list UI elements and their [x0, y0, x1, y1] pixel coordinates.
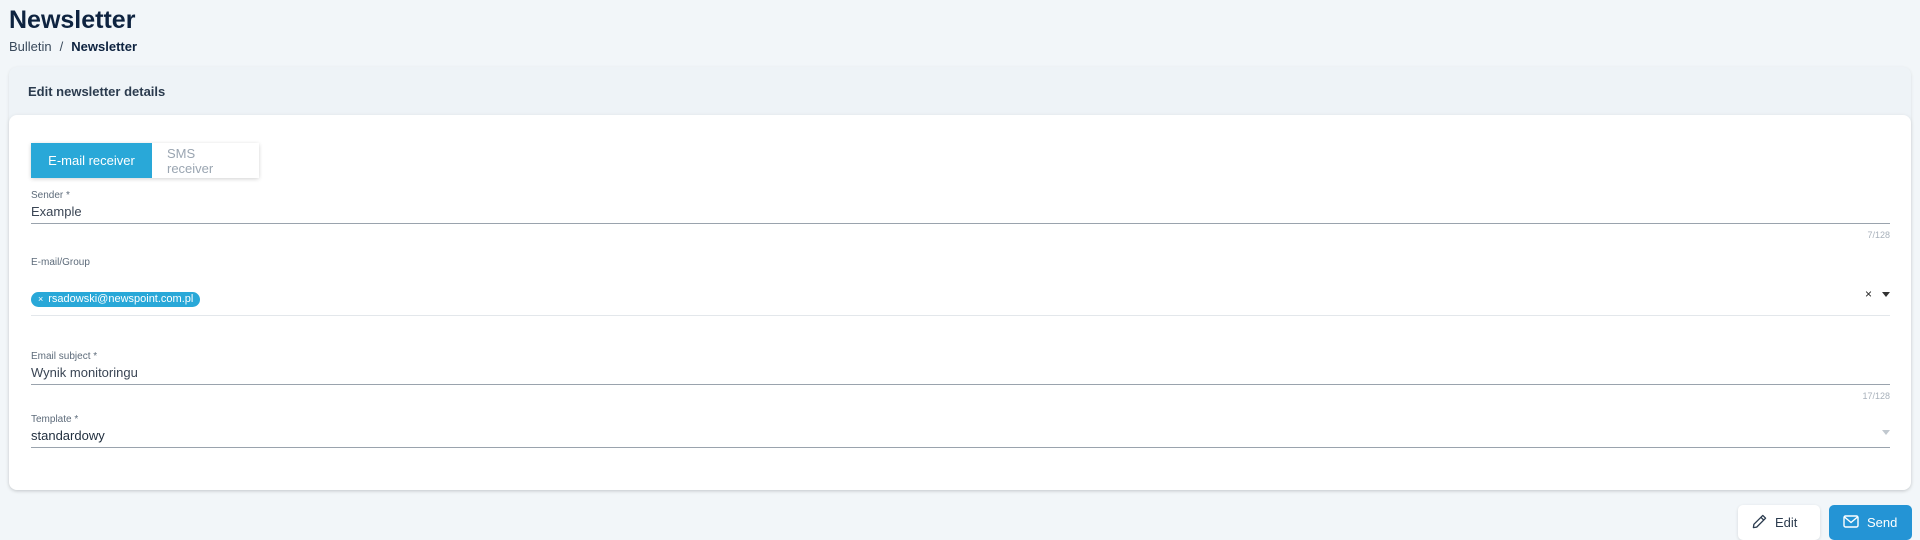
chip-remove-icon[interactable]: × — [38, 294, 43, 304]
template-underline — [31, 447, 1890, 448]
email-group-controls: × — [1865, 287, 1890, 301]
clear-icon[interactable]: × — [1865, 287, 1872, 301]
card-header: Edit newsletter details — [28, 84, 166, 99]
chip-label: rsadowski@newspoint.com.pl — [48, 293, 194, 305]
subject-field[interactable]: Email subject * Wynik monitoringu 17/128 — [31, 351, 1890, 401]
receiver-tabs: E-mail receiver SMS receiver — [31, 143, 259, 178]
newsletter-card: Edit newsletter details E-mail receiver … — [9, 67, 1911, 490]
template-value[interactable]: standardowy — [31, 428, 1890, 443]
envelope-icon — [1843, 514, 1859, 531]
card-body: E-mail receiver SMS receiver Sender * Ex… — [9, 115, 1911, 490]
send-button[interactable]: Send — [1829, 505, 1912, 540]
tab-email-receiver[interactable]: E-mail receiver — [31, 143, 152, 178]
subject-underline — [31, 384, 1890, 385]
chevron-down-icon[interactable] — [1882, 430, 1890, 435]
email-group-field[interactable]: E-mail/Group × rsadowski@newspoint.com.p… — [31, 257, 1890, 316]
sender-field[interactable]: Sender * Example 7/128 — [31, 190, 1890, 240]
chevron-down-icon[interactable] — [1882, 291, 1890, 297]
tab-sms-receiver[interactable]: SMS receiver — [152, 143, 259, 178]
sender-counter: 7/128 — [1867, 230, 1890, 240]
subject-label: Email subject * — [31, 351, 98, 362]
pencil-icon — [1752, 514, 1767, 532]
subject-counter: 17/128 — [1862, 391, 1890, 401]
sender-label: Sender * — [31, 190, 70, 201]
subject-value[interactable]: Wynik monitoringu — [31, 365, 1890, 380]
breadcrumb-separator: / — [59, 39, 64, 54]
breadcrumb-parent[interactable]: Bulletin — [9, 39, 52, 54]
edit-button-label: Edit — [1775, 515, 1798, 530]
email-chip[interactable]: × rsadowski@newspoint.com.pl — [31, 291, 201, 307]
sender-value[interactable]: Example — [31, 204, 1890, 219]
edit-button[interactable]: Edit — [1738, 505, 1820, 540]
sender-underline — [31, 223, 1890, 224]
breadcrumb-current: Newsletter — [71, 39, 138, 54]
email-group-underline — [31, 315, 1890, 316]
template-controls — [1882, 430, 1890, 435]
send-button-label: Send — [1867, 515, 1898, 530]
email-group-label: E-mail/Group — [31, 257, 90, 268]
email-group-chips: × rsadowski@newspoint.com.pl — [31, 289, 1890, 307]
page-title: Newsletter — [9, 6, 136, 34]
template-label: Template * — [31, 414, 79, 425]
breadcrumb: Bulletin / Newsletter — [9, 39, 137, 54]
template-select[interactable]: Template * standardowy — [31, 414, 1890, 448]
